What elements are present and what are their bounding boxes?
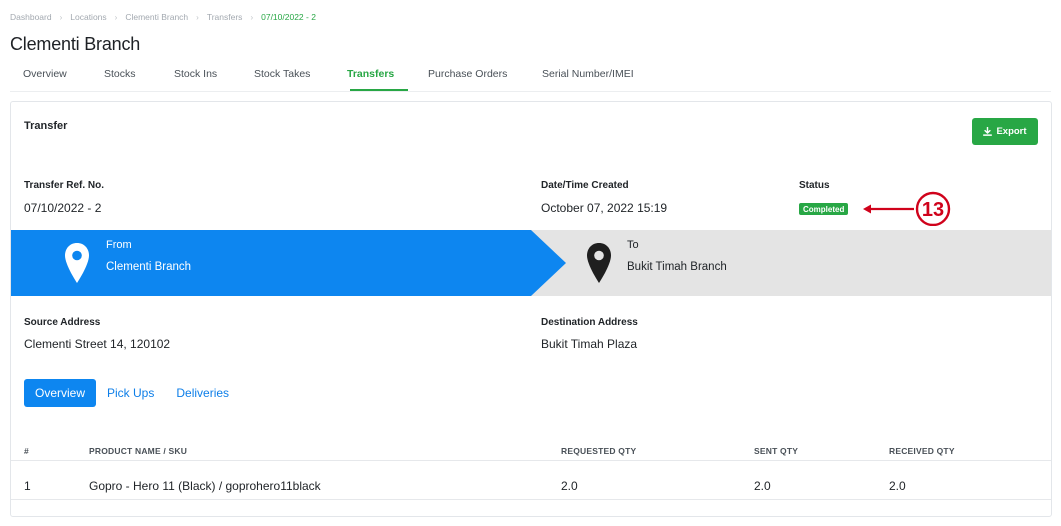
breadcrumb-separator: › <box>114 12 118 22</box>
from-label: From <box>106 239 132 251</box>
column-header-index: # <box>24 446 29 456</box>
download-icon <box>983 127 993 136</box>
card-title: Transfer <box>24 120 68 132</box>
tab-overview[interactable]: Overview <box>23 68 67 80</box>
export-label: Export <box>996 126 1027 137</box>
map-pin-icon <box>65 243 89 283</box>
status-badge: Completed <box>799 203 849 215</box>
destination-address-label: Destination Address <box>541 317 638 328</box>
breadcrumb-branch[interactable]: Clementi Branch <box>125 12 188 22</box>
arrow-left-icon <box>863 204 914 214</box>
breadcrumb-dashboard[interactable]: Dashboard <box>10 12 52 22</box>
table-row-divider <box>11 499 1051 500</box>
subtab-overview[interactable]: Overview <box>24 379 97 407</box>
status-label: Status <box>799 180 830 191</box>
tab-purchase-orders[interactable]: Purchase Orders <box>428 68 507 80</box>
breadcrumb: Dashboard › Locations › Clementi Branch … <box>10 10 316 24</box>
transfer-ref-value: 07/10/2022 - 2 <box>24 201 102 215</box>
active-tab-indicator <box>350 89 408 91</box>
destination-address-value: Bukit Timah Plaza <box>541 337 638 351</box>
table-header-divider <box>11 460 1051 461</box>
tab-stock-ins[interactable]: Stock Ins <box>174 68 217 80</box>
annotation-callout: 13 <box>863 191 951 226</box>
transfer-ref-label: Transfer Ref. No. <box>24 180 105 191</box>
transfer-route-band: From Clementi Branch To Bukit Timah Bran… <box>11 230 1051 296</box>
source-address-value: Clementi Street 14, 120102 <box>24 337 171 351</box>
export-button[interactable]: Export <box>972 118 1038 145</box>
to-label: To <box>627 239 639 251</box>
row-received-qty: 2.0 <box>889 479 906 493</box>
location-tabs: Overview Stocks Stock Ins Stock Takes Tr… <box>10 64 1051 92</box>
page-title: Clementi Branch <box>10 34 141 54</box>
breadcrumb-current: 07/10/2022 - 2 <box>261 12 316 22</box>
date-created-value: October 07, 2022 15:19 <box>541 201 668 215</box>
tab-serial-number-imei[interactable]: Serial Number/IMEI <box>542 68 634 80</box>
tab-stocks[interactable]: Stocks <box>104 68 136 80</box>
breadcrumb-separator: › <box>250 12 254 22</box>
transfer-card: Transfer Export Transfer Ref. No. 07/10/… <box>10 101 1052 517</box>
tab-stock-takes[interactable]: Stock Takes <box>254 68 310 80</box>
breadcrumb-transfers[interactable]: Transfers <box>207 12 243 22</box>
map-pin-icon <box>587 243 611 283</box>
breadcrumb-separator: › <box>59 12 63 22</box>
row-product: Gopro - Hero 11 (Black) / goprohero11bla… <box>89 479 321 493</box>
breadcrumb-separator: › <box>196 12 199 22</box>
column-header-product[interactable]: PRODUCT NAME / SKU <box>89 446 187 456</box>
column-header-sent-qty[interactable]: SENT QTY <box>754 446 798 456</box>
column-header-requested-qty[interactable]: REQUESTED QTY <box>561 446 636 456</box>
date-created-label: Date/Time Created <box>541 180 629 191</box>
from-chevron-shape <box>11 230 566 296</box>
row-index: 1 <box>24 479 31 493</box>
row-sent-qty: 2.0 <box>754 479 771 493</box>
subtab-deliveries[interactable]: Deliveries <box>165 379 240 407</box>
breadcrumb-locations[interactable]: Locations <box>70 12 106 22</box>
row-requested-qty: 2.0 <box>561 479 578 493</box>
from-branch-name: Clementi Branch <box>106 261 192 273</box>
column-header-received-qty[interactable]: RECEIVED QTY <box>889 446 955 456</box>
transfer-subtabs: Overview Pick Ups Deliveries <box>24 379 240 407</box>
source-address-label: Source Address <box>24 317 101 328</box>
annotation-number: 13 <box>922 199 944 221</box>
to-branch-name: Bukit Timah Branch <box>627 261 727 273</box>
subtab-pick-ups[interactable]: Pick Ups <box>96 379 165 407</box>
tab-transfers[interactable]: Transfers <box>347 68 394 80</box>
